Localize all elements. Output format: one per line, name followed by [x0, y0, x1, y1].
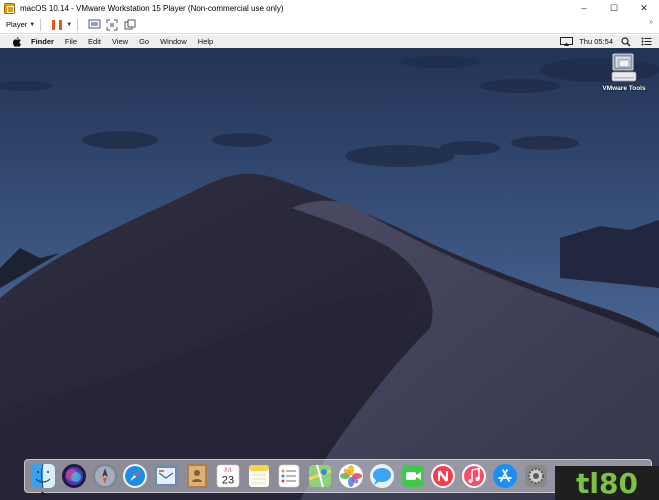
messages-icon [369, 464, 394, 488]
menu-help[interactable]: Help [198, 37, 213, 46]
system-preferences-icon [524, 465, 547, 487]
desktop[interactable]: VMware Tools JUL 23 [0, 48, 659, 500]
maps-icon [308, 464, 332, 488]
finder-icon [31, 463, 55, 489]
toolbar-divider [77, 18, 79, 31]
desktop-wallpaper [0, 48, 659, 500]
reminders-icon [279, 464, 300, 488]
safari-icon [123, 464, 148, 488]
airplay-display-icon[interactable] [559, 37, 573, 47]
calendar-day: 23 [222, 475, 234, 487]
dock-item-reminders[interactable] [276, 463, 302, 489]
macos-menu-bar: Finder File Edit View Go Window Help Thu… [0, 35, 659, 48]
menu-view[interactable]: View [112, 37, 128, 46]
menu-extras: Thu 05:54 [553, 35, 653, 48]
notification-center-icon[interactable] [639, 37, 653, 47]
dock-item-finder[interactable] [30, 463, 56, 495]
pause-icon [52, 19, 63, 30]
menu-file[interactable]: File [65, 37, 77, 46]
dock-item-calendar[interactable]: JUL 23 [215, 463, 241, 489]
tl80-logo: tl80 [555, 466, 659, 500]
chevron-down-icon: ▼ [29, 21, 36, 28]
full-screen-icon[interactable]: » [649, 19, 653, 26]
maximize-button[interactable]: ☐ [599, 0, 629, 16]
dock-item-music[interactable] [461, 463, 487, 489]
pause-button[interactable] [50, 18, 64, 32]
vmware-app-icon [4, 2, 15, 14]
apple-icon[interactable] [12, 36, 22, 47]
menu-window[interactable]: Window [160, 37, 187, 46]
dock-item-notes[interactable] [246, 463, 272, 489]
dock-item-photos[interactable] [338, 463, 364, 489]
dock-item-app-store[interactable] [492, 463, 518, 489]
spotlight-search-icon[interactable] [619, 36, 633, 47]
vmware-tools-disk-icon [611, 53, 637, 82]
calendar-icon: JUL 23 [216, 464, 240, 488]
menu-edit[interactable]: Edit [88, 37, 101, 46]
pause-menu-chevron-icon[interactable]: ▼ [66, 22, 72, 28]
dock-item-messages[interactable] [369, 463, 395, 489]
desktop-icon-vmware-tools[interactable]: VMware Tools [596, 52, 652, 92]
send-ctrl-alt-del-button[interactable] [87, 18, 101, 32]
unity-icon [124, 19, 136, 29]
close-button[interactable]: ✕ [629, 0, 659, 16]
dock-item-siri[interactable] [61, 463, 87, 489]
dock-item-launchpad[interactable] [92, 463, 118, 489]
menu-app-finder[interactable]: Finder [31, 37, 54, 46]
minimize-button[interactable]: – [569, 0, 599, 16]
siri-icon [61, 464, 86, 488]
menu-clock[interactable]: Thu 05:54 [579, 37, 613, 46]
send-ctrl-alt-del-icon [88, 19, 101, 29]
notes-icon [248, 465, 269, 487]
music-icon [462, 464, 487, 488]
tl80-logo-icon: tl80 [555, 466, 659, 500]
mail-icon [155, 466, 178, 486]
running-indicator [41, 492, 44, 495]
fit-window-button[interactable] [105, 18, 119, 32]
desktop-icon-label: VMware Tools [602, 85, 646, 92]
dock-item-system-preferences[interactable] [523, 463, 549, 489]
launchpad-icon [92, 464, 117, 488]
dock-item-facetime[interactable] [400, 463, 426, 489]
dock-item-maps[interactable] [307, 463, 333, 489]
dock-item-safari[interactable] [122, 463, 148, 489]
vmware-toolbar: Player ▼ ▼ » [0, 16, 659, 34]
fit-window-icon [106, 19, 118, 30]
photos-icon [338, 464, 363, 488]
facetime-icon [401, 465, 424, 487]
calendar-month: JUL [223, 468, 232, 474]
app-store-icon [492, 464, 517, 488]
window-title: macOS 10.14 - VMware Workstation 15 Play… [20, 3, 284, 13]
window-title-bar[interactable]: macOS 10.14 - VMware Workstation 15 Play… [0, 0, 659, 16]
menu-go[interactable]: Go [139, 37, 149, 46]
player-menu-label: Player [6, 20, 28, 29]
dock-item-contacts[interactable] [184, 463, 210, 489]
tl80-logo-text: tl80 [576, 467, 638, 500]
dock-item-mail[interactable] [153, 463, 179, 489]
contacts-icon [186, 464, 207, 488]
unity-button[interactable] [123, 18, 137, 32]
player-menu-button[interactable]: Player ▼ [6, 20, 35, 29]
news-icon [431, 464, 456, 488]
dock-item-news[interactable] [430, 463, 456, 489]
window-controls: – ☐ ✕ [569, 0, 659, 16]
toolbar-divider [40, 18, 42, 31]
